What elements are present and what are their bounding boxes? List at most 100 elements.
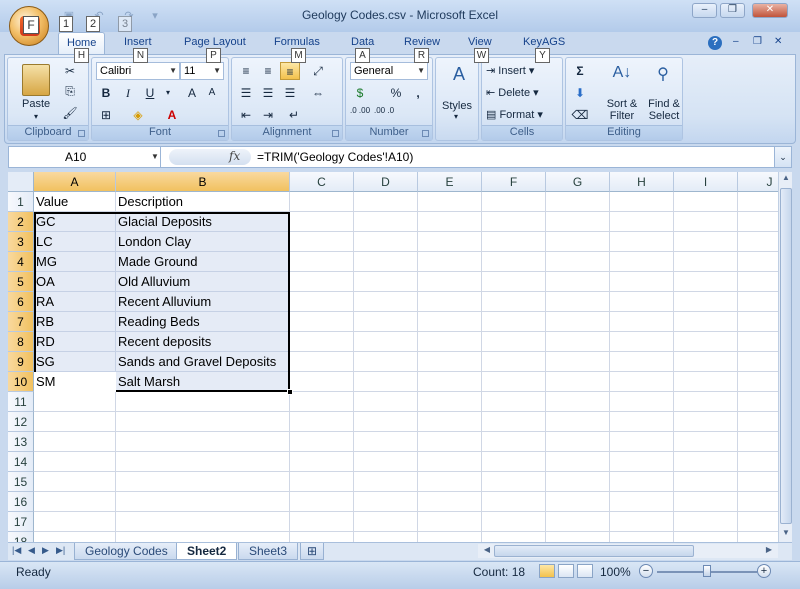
shrink-font-button[interactable]: A	[202, 84, 222, 102]
bold-button[interactable]: B	[96, 84, 116, 102]
copy-icon[interactable]: ⎘	[60, 82, 80, 100]
row-header-9[interactable]: 9	[8, 352, 34, 372]
alignment-launcher-icon[interactable]	[332, 130, 339, 137]
clipboard-launcher-icon[interactable]	[78, 130, 85, 137]
row-header-3[interactable]: 3	[8, 232, 34, 252]
last-sheet-icon[interactable]: ▶|	[56, 545, 65, 556]
number-format-dropdown[interactable]: General ▼	[350, 62, 428, 80]
cell-a2[interactable]: GC	[34, 212, 116, 232]
tab-page-layout[interactable]: Page Layout	[184, 36, 246, 48]
increase-decimal-button[interactable]: .0 .00	[350, 106, 370, 124]
borders-icon[interactable]: ⊞	[96, 106, 116, 124]
merge-center-icon[interactable]: ⇔	[308, 84, 328, 102]
clear-icon[interactable]: ⌫	[570, 106, 590, 124]
zoom-in-icon[interactable]: +	[757, 564, 771, 578]
row-header-16[interactable]: 16	[8, 492, 34, 512]
delete-cells-button[interactable]: ⇤ Delete ▾	[486, 86, 539, 99]
prev-sheet-icon[interactable]: ◀	[28, 545, 35, 556]
row-header-15[interactable]: 15	[8, 472, 34, 492]
row-header-12[interactable]: 12	[8, 412, 34, 432]
vertical-scroll-thumb[interactable]	[780, 188, 792, 524]
format-painter-icon[interactable]: 🖌	[60, 104, 80, 122]
restore-button[interactable]: ❐	[720, 3, 745, 18]
column-header-j[interactable]: J	[738, 172, 778, 192]
cell-a8[interactable]: RD	[34, 332, 116, 352]
scroll-left-icon[interactable]: ◀	[480, 545, 494, 554]
underline-button[interactable]: U	[140, 84, 160, 102]
row-header-8[interactable]: 8	[8, 332, 34, 352]
tab-view[interactable]: View	[468, 36, 492, 48]
align-top-icon[interactable]: ≡	[236, 62, 256, 80]
minimize-button[interactable]: –	[692, 3, 717, 18]
name-box[interactable]: A10	[9, 147, 161, 167]
page-layout-view-icon[interactable]	[558, 564, 574, 578]
zoom-out-icon[interactable]: −	[639, 564, 653, 578]
row-header-10[interactable]: 10	[8, 372, 34, 392]
italic-button[interactable]: I	[118, 84, 138, 102]
cell-a1[interactable]: Value	[34, 192, 116, 212]
first-sheet-icon[interactable]: |◀	[12, 545, 21, 556]
cell-b9[interactable]: Sands and Gravel Deposits	[116, 352, 290, 372]
paste-icon[interactable]	[22, 64, 50, 96]
zoom-slider-thumb[interactable]	[703, 565, 711, 577]
align-left-icon[interactable]: ☰	[236, 84, 256, 102]
cell-b10[interactable]: Salt Marsh	[116, 372, 290, 392]
cell-b3[interactable]: London Clay	[116, 232, 290, 252]
styles-dropdown-icon[interactable]: ▾	[454, 112, 458, 121]
worksheet-grid[interactable]: Value Description GC Glacial Deposits LC Lond…	[8, 172, 778, 542]
cell-b6[interactable]: Recent Alluvium	[116, 292, 290, 312]
comma-button[interactable]: ,	[408, 84, 428, 102]
wrap-text-icon[interactable]: ↵	[284, 106, 304, 124]
row-header-4[interactable]: 4	[8, 252, 34, 272]
cell-a4[interactable]: MG	[34, 252, 116, 272]
format-cells-button[interactable]: ▤ Format ▾	[486, 108, 543, 121]
number-launcher-icon[interactable]	[422, 130, 429, 137]
cell-a10[interactable]: SM	[34, 372, 116, 392]
row-header-6[interactable]: 6	[8, 292, 34, 312]
align-middle-icon[interactable]: ≡	[258, 62, 278, 80]
column-header-d[interactable]: D	[354, 172, 418, 192]
vertical-scrollbar[interactable]: ▲ ▼	[778, 172, 792, 542]
underline-dropdown-icon[interactable]: ▾	[158, 84, 178, 102]
column-header-b[interactable]: B	[116, 172, 290, 192]
horizontal-scroll-thumb[interactable]	[494, 545, 694, 557]
column-header-a[interactable]: A	[34, 172, 116, 192]
workbook-restore-icon[interactable]: ❐	[753, 36, 762, 47]
row-header-17[interactable]: 17	[8, 512, 34, 532]
column-header-g[interactable]: G	[546, 172, 610, 192]
find-select-button[interactable]: Find & Select	[644, 98, 684, 122]
cell-b4[interactable]: Made Ground	[116, 252, 290, 272]
next-sheet-icon[interactable]: ▶	[42, 545, 49, 556]
row-header-1[interactable]: 1	[8, 192, 34, 212]
scroll-right-icon[interactable]: ▶	[762, 545, 776, 554]
increase-indent-icon[interactable]: ⇥	[258, 106, 278, 124]
find-select-icon[interactable]: ⚲	[650, 64, 676, 90]
tab-data[interactable]: Data	[351, 36, 374, 48]
decrease-indent-icon[interactable]: ⇤	[236, 106, 256, 124]
cell-b5[interactable]: Old Alluvium	[116, 272, 290, 292]
column-header-f[interactable]: F	[482, 172, 546, 192]
cell-a6[interactable]: RA	[34, 292, 116, 312]
font-size-dropdown[interactable]: 11 ▼	[180, 62, 224, 80]
grow-font-button[interactable]: A	[182, 84, 202, 102]
select-all-button[interactable]	[8, 172, 34, 192]
column-header-h[interactable]: H	[610, 172, 674, 192]
cell-a3[interactable]: LC	[34, 232, 116, 252]
normal-view-icon[interactable]	[539, 564, 555, 578]
font-name-dropdown[interactable]: Calibri ▼	[96, 62, 180, 80]
office-button[interactable]: F	[9, 6, 49, 46]
scroll-down-icon[interactable]: ▼	[779, 528, 793, 537]
workbook-minimize-icon[interactable]: –	[733, 36, 739, 47]
sort-filter-icon[interactable]: A↓	[608, 64, 636, 90]
sheet-tab-geology-codes[interactable]: Geology Codes	[74, 543, 179, 560]
row-header-13[interactable]: 13	[8, 432, 34, 452]
cell-a7[interactable]: RB	[34, 312, 116, 332]
zoom-level[interactable]: 100%	[600, 565, 631, 579]
styles-button[interactable]: Styles	[442, 100, 472, 112]
tab-review[interactable]: Review	[404, 36, 440, 48]
align-bottom-icon[interactable]: ≡	[280, 62, 300, 80]
row-header-2[interactable]: 2	[8, 212, 34, 232]
row-header-7[interactable]: 7	[8, 312, 34, 332]
horizontal-scrollbar[interactable]: ◀ ▶	[478, 544, 778, 558]
align-right-icon[interactable]: ☰	[280, 84, 300, 102]
